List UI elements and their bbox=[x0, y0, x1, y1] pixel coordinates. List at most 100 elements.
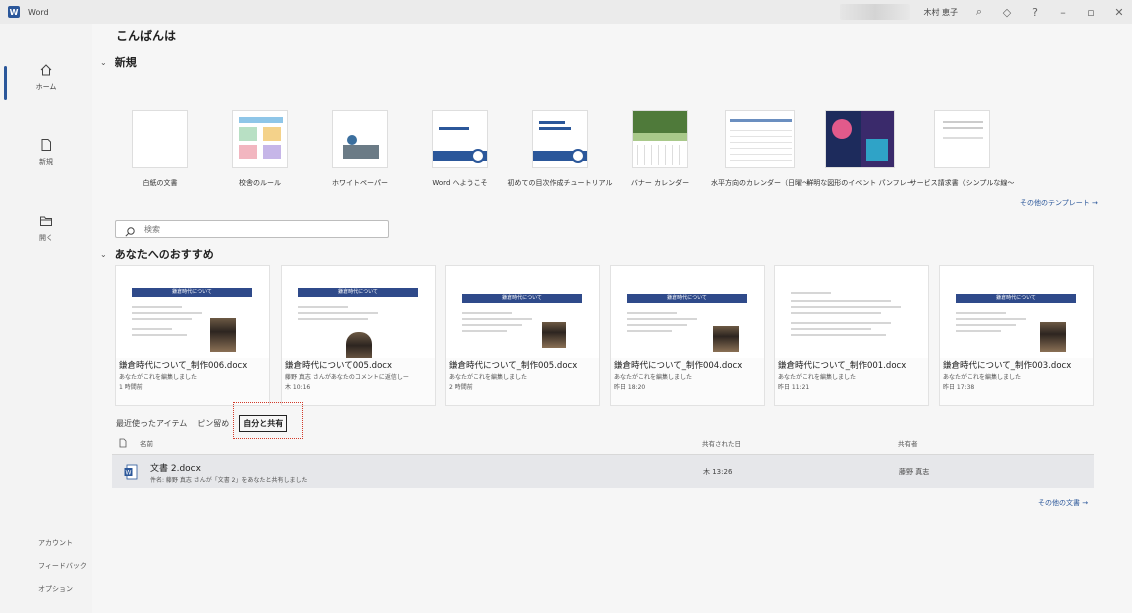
preview-banner: 鎌倉時代について bbox=[462, 294, 582, 303]
card-time: 昨日 18:20 bbox=[614, 384, 646, 391]
file-row[interactable]: W 文書 2.docx 件名: 藤野 真志 さんが「文書 2」をあなたと共有しま… bbox=[112, 454, 1094, 488]
template-name: 水平方向のカレンダー（日曜～ bbox=[711, 179, 809, 187]
card-title: 鎌倉時代について_制作006.docx bbox=[119, 361, 248, 371]
card-title: 鎌倉時代について_制作005.docx bbox=[449, 361, 578, 371]
card-title: 鎌倉時代について005.docx bbox=[285, 361, 392, 371]
template-thumbnail bbox=[825, 110, 895, 168]
column-shared-date[interactable]: 共有された日 bbox=[702, 438, 741, 448]
new-section-header[interactable]: ⌄ 新規 bbox=[100, 54, 137, 70]
card-activity: あなたがこれを編集しました bbox=[119, 374, 198, 381]
template-name: サービス請求書（シンプルな線～ bbox=[909, 179, 1015, 187]
template-thumbnail bbox=[532, 110, 588, 168]
template-name: 白紙の文書 bbox=[142, 179, 178, 187]
template-name: Word へようこそ bbox=[432, 179, 488, 187]
recommended-card[interactable]: 鎌倉時代について 鎌倉時代について_制作005.docx あなたがこれを編集しま… bbox=[445, 265, 600, 406]
template-school-rules[interactable]: 校舎のルール bbox=[210, 110, 310, 188]
diamond-icon[interactable]: ◇ bbox=[1000, 6, 1014, 19]
template-name: ホワイトペーパー bbox=[332, 179, 388, 187]
home-icon bbox=[38, 62, 54, 78]
user-name[interactable]: 木村 恵子 bbox=[923, 7, 958, 18]
template-thumbnail bbox=[725, 110, 795, 168]
rail-options[interactable]: オプション bbox=[38, 584, 73, 594]
restore-icon[interactable]: ▫ bbox=[1084, 6, 1098, 19]
svg-text:W: W bbox=[126, 470, 132, 477]
rail-item-home[interactable]: ホーム bbox=[0, 62, 92, 92]
rail-feedback[interactable]: フィードバック bbox=[38, 561, 87, 571]
section-title: あなたへのおすすめ bbox=[114, 248, 214, 261]
tab-recent[interactable]: 最近使ったアイテム bbox=[116, 418, 187, 429]
template-blank[interactable]: 白紙の文書 bbox=[110, 110, 210, 188]
recommended-card[interactable]: 鎌倉時代について 鎌倉時代について_制作003.docx あなたがこれを編集しま… bbox=[939, 265, 1094, 406]
card-time: 1 時間前 bbox=[119, 384, 143, 391]
open-folder-icon bbox=[38, 213, 54, 229]
template-name: 初めての目次作成チュートリアル bbox=[507, 179, 613, 187]
account-icon[interactable]: ⌕ bbox=[972, 5, 986, 19]
template-service-invoice[interactable]: サービス請求書（シンプルな線～ bbox=[909, 110, 1015, 188]
preview-banner: 鎌倉時代について bbox=[298, 288, 418, 297]
rail-item-new[interactable]: 新規 bbox=[0, 137, 92, 167]
card-activity: あなたがこれを編集しました bbox=[614, 374, 693, 381]
search-input[interactable] bbox=[144, 224, 374, 234]
more-documents-link[interactable]: その他の文書 → bbox=[1038, 498, 1088, 508]
card-time: 2 時間前 bbox=[449, 384, 473, 391]
rail-item-open[interactable]: 開く bbox=[0, 213, 92, 243]
template-toc-tutorial[interactable]: 初めての目次作成チュートリアル bbox=[507, 110, 613, 188]
portrait-image bbox=[346, 332, 372, 358]
document-preview: 鎌倉時代について bbox=[282, 266, 435, 358]
left-rail: ホーム 新規 開く アカウント フィードバック オプション bbox=[0, 24, 92, 613]
file-description: 件名: 藤野 真志 さんが「文書 2」をあなたと共有しました bbox=[150, 477, 308, 484]
rail-item-label: 開く bbox=[39, 234, 53, 242]
template-name: 鮮明な図形のイベント パンフレー bbox=[806, 179, 914, 187]
template-thumbnail bbox=[132, 110, 188, 168]
tab-pinned[interactable]: ピン留め bbox=[197, 418, 229, 429]
preview-banner: 鎌倉時代について bbox=[956, 294, 1076, 303]
column-name[interactable]: 名前 bbox=[140, 438, 153, 448]
close-icon[interactable]: ✕ bbox=[1112, 6, 1126, 19]
recommended-section-header[interactable]: ⌄ あなたへのおすすめ bbox=[100, 246, 214, 262]
template-name: 校舎のルール bbox=[239, 179, 281, 187]
card-title: 鎌倉時代について_制作004.docx bbox=[614, 361, 743, 371]
rail-item-label: 新規 bbox=[39, 158, 53, 166]
word-logo-icon: W bbox=[8, 6, 20, 18]
portrait-image bbox=[542, 322, 566, 348]
template-banner-calendar[interactable]: バナー カレンダー bbox=[610, 110, 710, 188]
chevron-down-icon: ⌄ bbox=[100, 249, 107, 259]
recommended-card[interactable]: 鎌倉時代について 鎌倉時代について_制作004.docx あなたがこれを編集しま… bbox=[610, 265, 765, 406]
rail-item-label: ホーム bbox=[35, 83, 57, 91]
template-thumbnail bbox=[332, 110, 388, 168]
template-thumbnail bbox=[934, 110, 990, 168]
greeting: こんばんは bbox=[116, 29, 177, 43]
card-time: 昨日 11:21 bbox=[778, 384, 810, 391]
document-preview: 鎌倉時代について bbox=[116, 266, 269, 358]
recommended-card[interactable]: 鎌倉時代について 鎌倉時代について005.docx 藤野 真志 さんがあなたのコ… bbox=[281, 265, 436, 406]
card-title: 鎌倉時代について_制作003.docx bbox=[943, 361, 1072, 371]
template-whitepaper[interactable]: ホワイトペーパー bbox=[310, 110, 410, 188]
search-box[interactable] bbox=[115, 220, 389, 238]
template-horizontal-calendar[interactable]: 水平方向のカレンダー（日曜～ bbox=[710, 110, 810, 188]
template-event-brochure[interactable]: 鮮明な図形のイベント パンフレー bbox=[806, 110, 914, 188]
section-title: 新規 bbox=[114, 56, 137, 69]
app-name: Word bbox=[28, 7, 49, 17]
template-name: バナー カレンダー bbox=[630, 179, 690, 187]
portrait-image bbox=[1040, 322, 1066, 352]
document-preview: 鎌倉時代について bbox=[940, 266, 1093, 358]
card-title: 鎌倉時代について_制作001.docx bbox=[778, 361, 907, 371]
recommended-card[interactable]: 鎌倉時代について_制作001.docx あなたがこれを編集しました 昨日 11:… bbox=[774, 265, 929, 406]
card-activity: あなたがこれを編集しました bbox=[778, 374, 857, 381]
template-welcome-word[interactable]: Word へようこそ bbox=[410, 110, 510, 188]
card-activity: あなたがこれを編集しました bbox=[449, 374, 528, 381]
recommended-card[interactable]: 鎌倉時代について 鎌倉時代について_制作006.docx あなたがこれを編集しま… bbox=[115, 265, 270, 406]
main-panel: こんばんは ⌄ 新規 白紙の文書 校舎のルール ホワイトペーパー Word へよ… bbox=[92, 24, 1132, 613]
search-icon bbox=[124, 223, 136, 237]
new-document-icon bbox=[38, 137, 54, 153]
more-templates-link[interactable]: その他のテンプレート → bbox=[1020, 198, 1098, 208]
document-preview: 鎌倉時代について bbox=[446, 266, 599, 358]
column-owner[interactable]: 共有者 bbox=[898, 438, 918, 448]
card-activity: あなたがこれを編集しました bbox=[943, 374, 1022, 381]
card-time: 昨日 17:38 bbox=[943, 384, 975, 391]
help-icon[interactable]: ? bbox=[1028, 6, 1042, 19]
document-preview bbox=[775, 266, 928, 358]
rail-account[interactable]: アカウント bbox=[38, 538, 73, 548]
minimize-icon[interactable]: – bbox=[1056, 6, 1070, 19]
template-thumbnail bbox=[632, 110, 688, 168]
